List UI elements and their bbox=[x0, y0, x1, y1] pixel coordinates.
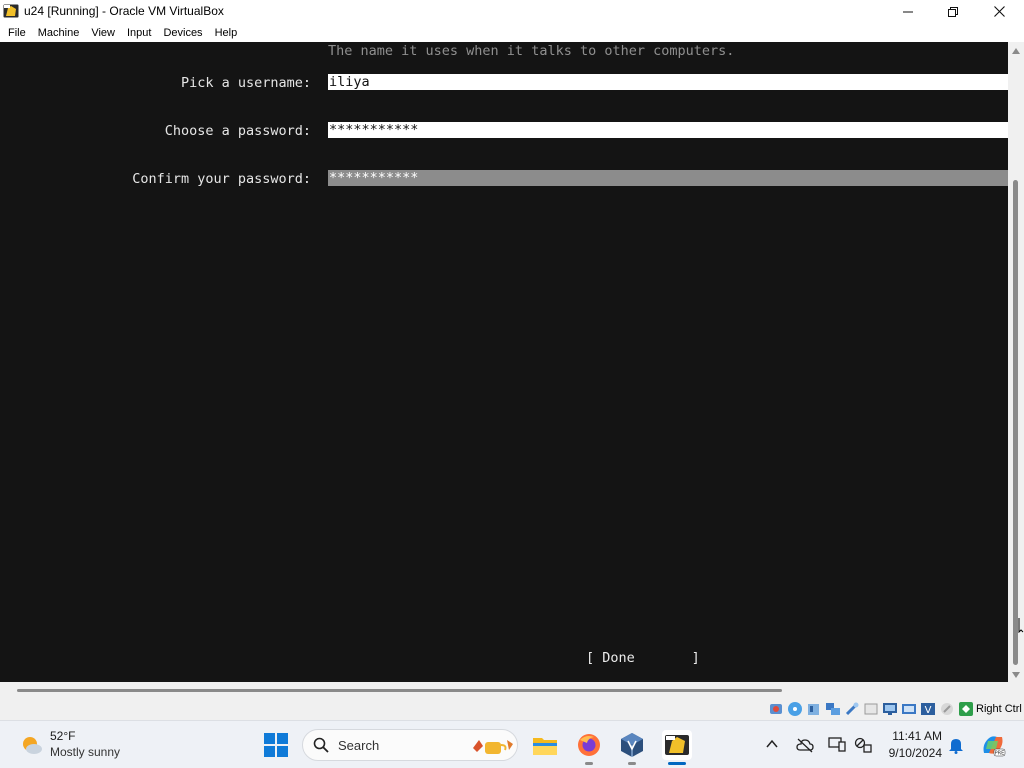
search-highlight-art-icon bbox=[473, 740, 513, 754]
status-bar: V Right Ctrl bbox=[0, 698, 1024, 720]
copilot-icon[interactable]: PRE bbox=[980, 733, 1006, 757]
window-title: u24 [Running] - Oracle VM VirtualBox bbox=[24, 4, 224, 18]
menu-file[interactable]: File bbox=[0, 23, 32, 42]
done-button[interactable]: [ Done ] bbox=[586, 650, 700, 666]
network-icon[interactable] bbox=[825, 701, 841, 717]
search-placeholder: Search bbox=[338, 738, 380, 753]
search-icon bbox=[313, 737, 329, 753]
scroll-down-icon[interactable] bbox=[1012, 672, 1020, 678]
mouse-integration-icon[interactable] bbox=[939, 701, 955, 717]
mouse-cursor-icon bbox=[1018, 618, 1024, 633]
restore-icon bbox=[948, 6, 958, 17]
title-bar[interactable]: u24 [Running] - Oracle VM VirtualBox bbox=[0, 0, 1024, 23]
display-icon[interactable] bbox=[882, 701, 898, 717]
virtualbox-vm-taskbar-icon bbox=[665, 735, 689, 755]
show-hidden-icons-chevron-up-icon[interactable] bbox=[766, 739, 778, 749]
scroll-up-icon[interactable] bbox=[1012, 48, 1020, 54]
host-key-label[interactable]: Right Ctrl bbox=[976, 703, 1022, 715]
file-explorer-taskbar-button[interactable] bbox=[530, 730, 560, 760]
taskbar-search-box[interactable]: Search bbox=[302, 729, 518, 761]
partly-sunny-icon[interactable] bbox=[18, 732, 44, 758]
horizontal-scroll-thumb[interactable] bbox=[17, 689, 782, 692]
cpu-icon[interactable]: V bbox=[920, 701, 936, 717]
weather-temperature[interactable]: 52°F bbox=[50, 729, 75, 743]
maximize-button[interactable] bbox=[930, 0, 976, 23]
virtualbox-manager-running-indicator bbox=[628, 762, 636, 765]
menu-view[interactable]: View bbox=[85, 23, 121, 42]
clock-date[interactable]: 9/10/2024 bbox=[880, 746, 942, 760]
notification-bell-icon[interactable] bbox=[948, 736, 964, 754]
svg-text:V: V bbox=[925, 705, 932, 716]
svg-text:PRE: PRE bbox=[995, 751, 1005, 757]
optical-drive-icon[interactable] bbox=[787, 701, 803, 717]
keyboard-icon[interactable] bbox=[958, 701, 974, 717]
hard-disk-icon[interactable] bbox=[768, 701, 784, 717]
close-icon bbox=[993, 6, 1005, 17]
virtualbox-manager-icon bbox=[621, 733, 643, 757]
weather-description[interactable]: Mostly sunny bbox=[50, 745, 120, 759]
virtualbox-manager-taskbar-button[interactable] bbox=[617, 730, 647, 760]
username-label: Pick a username: bbox=[180, 75, 311, 91]
virtualbox-vm-active-indicator bbox=[668, 762, 686, 765]
password-field[interactable]: *********** bbox=[328, 122, 1008, 138]
recording-icon[interactable] bbox=[901, 701, 917, 717]
audio-icon[interactable] bbox=[806, 701, 822, 717]
firefox-running-indicator bbox=[585, 762, 593, 765]
firefox-icon bbox=[578, 734, 600, 756]
horizontal-scrollbar[interactable] bbox=[0, 682, 1024, 698]
minimize-button[interactable] bbox=[885, 0, 931, 23]
firefox-taskbar-button[interactable] bbox=[574, 730, 604, 760]
shared-folders-icon[interactable] bbox=[863, 701, 879, 717]
onedrive-offline-icon[interactable] bbox=[796, 737, 814, 753]
network-disconnected-icon[interactable] bbox=[854, 737, 872, 753]
vm-display[interactable]: The name it uses when it talks to other … bbox=[0, 42, 1008, 682]
usb-icon[interactable] bbox=[844, 701, 860, 717]
confirm-password-label: Confirm your password: bbox=[132, 171, 311, 187]
windows-start-icon[interactable] bbox=[264, 733, 288, 757]
username-field[interactable]: iliya bbox=[328, 74, 1008, 90]
virtualbox-vm-taskbar-button[interactable] bbox=[662, 730, 692, 760]
clock-time[interactable]: 11:41 AM bbox=[880, 729, 942, 743]
close-button[interactable] bbox=[976, 0, 1022, 23]
virtualbox-vm-icon[interactable] bbox=[3, 3, 19, 19]
minimize-icon bbox=[903, 11, 913, 12]
menu-help[interactable]: Help bbox=[209, 23, 244, 42]
display-tray-icon[interactable] bbox=[828, 736, 846, 752]
menu-machine[interactable]: Machine bbox=[32, 23, 86, 42]
confirm-password-field[interactable]: *********** bbox=[328, 170, 1008, 186]
menu-bar: File Machine View Input Devices Help bbox=[0, 23, 1024, 42]
hostname-hint: The name it uses when it talks to other … bbox=[328, 43, 735, 59]
menu-devices[interactable]: Devices bbox=[157, 23, 208, 42]
windows-taskbar: 52°F Mostly sunny Search 11:41 AM 9/10/2… bbox=[0, 720, 1024, 768]
menu-input[interactable]: Input bbox=[121, 23, 157, 42]
vertical-scrollbar[interactable] bbox=[1008, 42, 1024, 682]
password-label: Choose a password: bbox=[164, 123, 311, 139]
file-explorer-icon bbox=[533, 738, 557, 755]
vertical-scroll-thumb[interactable] bbox=[1013, 180, 1018, 665]
